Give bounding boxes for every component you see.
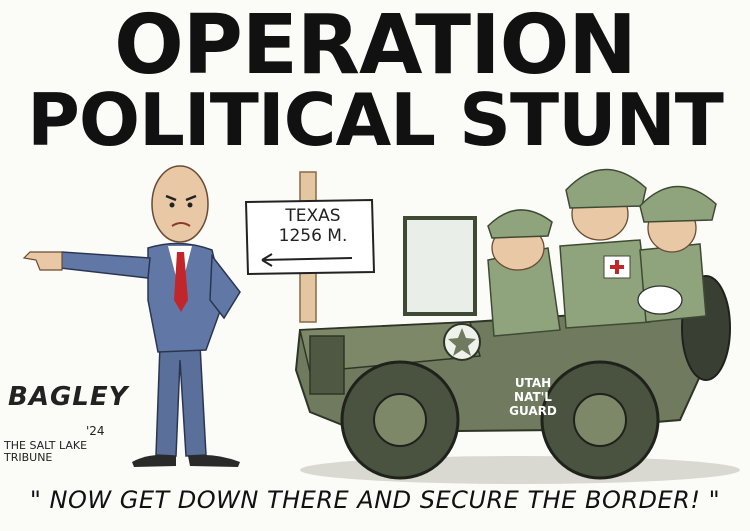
jeep-label-line-1: UTAH	[514, 376, 552, 390]
jeep-label: UTAH NAT'L GUARD	[488, 376, 578, 418]
governor-figure	[22, 165, 241, 467]
jeep-label-line-2: NAT'L	[514, 390, 552, 404]
sign-destination: TEXAS	[285, 206, 341, 226]
soldiers	[487, 168, 717, 337]
sign-distance: 1256 M.	[278, 226, 348, 246]
pointing-hand	[22, 251, 63, 271]
political-cartoon: OPERATION POLITICAL STUNT TEXAS 1256 M. …	[0, 0, 750, 531]
newspaper-credit: THE SALT LAKE TRIBUNE	[4, 439, 88, 464]
road-sign-text: TEXAS 1256 M.	[252, 206, 374, 246]
artist-signature: BAGLEY	[8, 382, 129, 412]
jeep-label-line-3: GUARD	[509, 404, 557, 418]
dog	[637, 285, 683, 315]
cartoon-scene	[22, 165, 740, 484]
cartoon-caption: " NOW GET DOWN THERE AND SECURE THE BORD…	[29, 486, 721, 514]
signature-year: '24	[86, 424, 105, 438]
